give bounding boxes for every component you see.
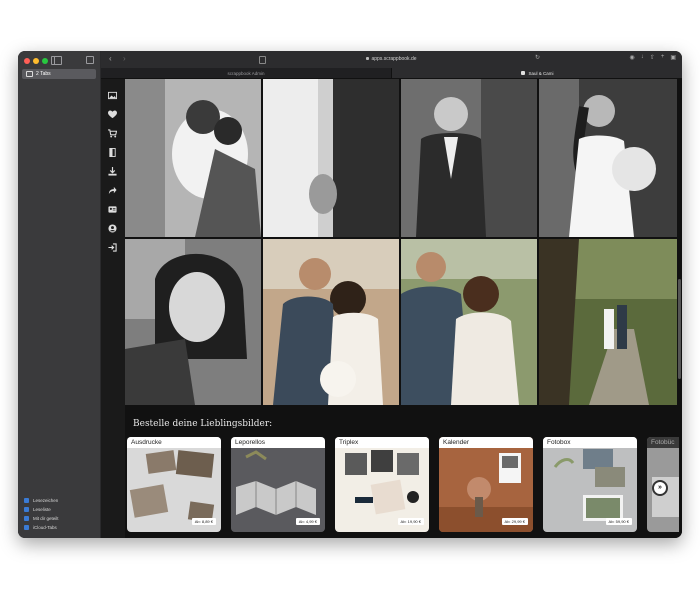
icloud-icon [24, 525, 29, 530]
sidebar-link-label: iCloud-Tabs [33, 525, 57, 530]
gallery-icon-bar [101, 79, 125, 538]
photo-bride-smile [125, 239, 261, 405]
extensions-icon[interactable]: ◉ [630, 54, 635, 61]
image-icon[interactable] [108, 91, 117, 100]
browser-window: 2 Tabs Lesezeichen Leseliste Mit dir get… [18, 51, 682, 538]
product-name: Leporellos [231, 437, 325, 448]
photo-tile[interactable] [539, 79, 677, 237]
toolbar-actions: ◉ ↓ ⇧ + ▣ [630, 54, 676, 61]
user-icon[interactable] [108, 224, 117, 233]
product-card-fotobox[interactable]: Fotobox Ab: 59,90 € [543, 437, 637, 532]
product-price: Ab: 19,90 € [397, 518, 424, 525]
photo-tile[interactable] [125, 79, 261, 237]
product-price: Ab: 4,99 € [295, 518, 320, 525]
carousel-next-button[interactable]: » [652, 480, 668, 496]
tabs-icon [26, 71, 33, 77]
sidebar-link-bookmarks[interactable]: Lesezeichen [24, 496, 59, 505]
product-card-triplex[interactable]: Triplex Ab: 19,90 € [335, 437, 429, 532]
photo-tile[interactable] [539, 239, 677, 405]
photo-groom-portrait [401, 79, 537, 237]
contact-card-icon[interactable] [108, 205, 117, 214]
download-icon[interactable]: ↓ [641, 54, 644, 61]
new-tab-icon[interactable]: + [661, 54, 665, 61]
tab-overview-icon[interactable] [86, 56, 94, 64]
lock-icon [366, 57, 370, 60]
product-price: Ab: 29,99 € [501, 518, 528, 525]
photo-holding-hands [263, 79, 399, 237]
product-price: Ab: 59,90 € [605, 518, 632, 525]
browser-sidebar: 2 Tabs Lesezeichen Leseliste Mit dir get… [18, 51, 101, 538]
reading-list-icon [24, 507, 29, 512]
sidebar-links: Lesezeichen Leseliste Mit dir geteilt iC… [24, 496, 59, 532]
photo-couple-park-path [539, 239, 677, 405]
address-bar[interactable]: apps.scrappbook.de [101, 56, 682, 62]
product-name: Triplex [335, 437, 429, 448]
product-card-ausdrucke[interactable]: Ausdrucke Ab: 8,89 € [127, 437, 221, 532]
photo-couple-laughing [401, 239, 537, 405]
address-bar-url: apps.scrappbook.de [371, 56, 417, 62]
photo-bride-bouquet [539, 79, 677, 237]
order-section-title: Bestelle deine Lieblingsbilder: [133, 419, 273, 429]
share-icon[interactable] [108, 186, 117, 195]
photo-tile[interactable] [263, 79, 399, 237]
shared-icon [24, 516, 29, 521]
window-controls [24, 58, 48, 64]
product-name: Ausdrucke [127, 437, 221, 448]
sidebar-toggle-icon[interactable] [51, 56, 62, 65]
tab-scrappbook-admin[interactable]: scrappbook Admin [101, 68, 391, 78]
heart-icon[interactable] [108, 110, 117, 119]
browser-toolbar: ‹ › apps.scrappbook.de ↻ ◉ ↓ ⇧ + ▣ [101, 51, 682, 68]
share-icon[interactable]: ⇧ [650, 54, 655, 61]
favicon-icon [521, 71, 526, 75]
cart-icon[interactable] [108, 129, 117, 138]
tab-group-label: 2 Tabs [36, 71, 51, 77]
photo-tile[interactable] [401, 239, 537, 405]
sidebar-link-shared[interactable]: Mit dir geteilt [24, 514, 59, 523]
product-card-kalender[interactable]: Kalender Ab: 29,99 € [439, 437, 533, 532]
close-window-button[interactable] [24, 58, 30, 64]
tab-saul-cami[interactable]: Saul & Cami [391, 68, 682, 78]
slideshow-icon[interactable] [108, 148, 117, 157]
photo-couple-embrace [125, 79, 261, 237]
tab-label: scrappbook Admin [227, 70, 265, 76]
sidebar-link-label: Mit dir geteilt [33, 516, 59, 521]
sign-in-icon[interactable] [108, 243, 117, 252]
tab-label: Saul & Cami [528, 70, 554, 76]
sidebar-link-label: Leseliste [33, 507, 51, 512]
sidebar-link-reading-list[interactable]: Leseliste [24, 505, 59, 514]
page-scrollbar[interactable] [678, 279, 681, 379]
reload-icon[interactable]: ↻ [535, 54, 540, 61]
tab-bar: scrappbook Admin Saul & Cami [101, 68, 682, 79]
photo-grid [125, 79, 677, 405]
product-carousel: Ausdrucke Ab: 8,89 € Leporellos Ab: 4,99… [127, 437, 679, 533]
product-price: Ab: 8,89 € [191, 518, 216, 525]
web-content: Bestelle deine Lieblingsbilder: Ausdruck… [101, 79, 682, 538]
photo-couple-kiss-forehead [263, 239, 399, 405]
product-card-leporellos[interactable]: Leporellos Ab: 4,99 € [231, 437, 325, 532]
tab-overview-icon[interactable]: ▣ [670, 54, 676, 61]
minimize-window-button[interactable] [33, 58, 39, 64]
product-name: Fotobox [543, 437, 637, 448]
photo-tile[interactable] [125, 239, 261, 405]
zoom-window-button[interactable] [42, 58, 48, 64]
photo-tile[interactable] [263, 239, 399, 405]
product-name: Fotobüc [647, 437, 679, 448]
tab-group-item[interactable]: 2 Tabs [22, 69, 96, 79]
bookmarks-icon [24, 498, 29, 503]
product-name: Kalender [439, 437, 533, 448]
download-icon[interactable] [108, 167, 117, 176]
photo-tile[interactable] [401, 79, 537, 237]
sidebar-link-label: Lesezeichen [33, 498, 59, 503]
sidebar-link-icloud-tabs[interactable]: iCloud-Tabs [24, 523, 59, 532]
